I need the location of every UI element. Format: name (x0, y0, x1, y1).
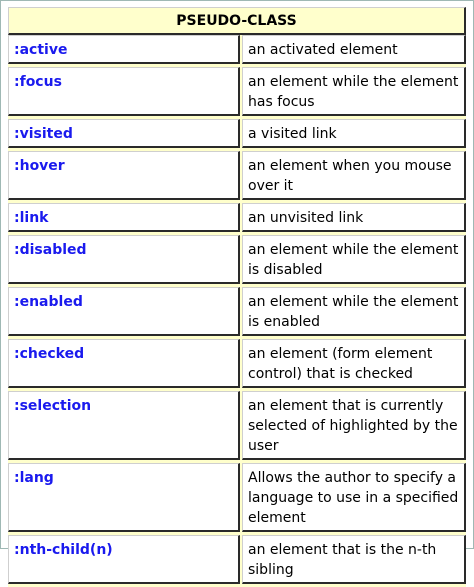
table-row: :nth-child(n) an element that is the n-th… (8, 535, 466, 587)
pseudo-class-description: an unvisited link (248, 210, 364, 226)
selector-cell: :disabled (8, 235, 242, 287)
table-row: :active an activated element (8, 35, 466, 67)
pseudo-class-description: an element while the element has focus (248, 74, 459, 110)
page-frame: PSEUDO-CLASS :active an activated element… (0, 0, 474, 587)
description-cell: Allows the author to specify a language … (242, 463, 466, 535)
pseudo-class-selector: :nth-child(n) (14, 542, 113, 558)
description-cell: an element when you mouse over it (242, 151, 466, 203)
table-row: :checked an element (form element control… (8, 339, 466, 391)
table-row: :link an unvisited link (8, 203, 466, 235)
table-row: :focus an element while the element has f… (8, 67, 466, 119)
selector-cell: :checked (8, 339, 242, 391)
description-cell: a visited link (242, 119, 466, 151)
table-row: :enabled an element while the element is … (8, 287, 466, 339)
pseudo-class-description: an element when you mouse over it (248, 158, 452, 194)
pseudo-class-description: an element (form element control) that i… (248, 346, 433, 382)
pseudo-class-description: a visited link (248, 126, 337, 142)
description-cell: an element while the element has focus (242, 67, 466, 119)
selector-cell: :focus (8, 67, 242, 119)
pseudo-class-description: an activated element (248, 42, 398, 58)
pseudo-class-selector: :disabled (14, 242, 87, 258)
pseudo-class-selector: :selection (14, 398, 92, 414)
pseudo-class-selector: :lang (14, 470, 54, 486)
selector-cell: :visited (8, 119, 242, 151)
selector-cell: :link (8, 203, 242, 235)
pseudo-class-selector: :active (14, 42, 68, 58)
description-cell: an activated element (242, 35, 466, 67)
selector-cell: :hover (8, 151, 242, 203)
pseudo-class-selector: :hover (14, 158, 65, 174)
pseudo-class-table: PSEUDO-CLASS :active an activated element… (8, 7, 466, 587)
pseudo-class-description: an element that is currently selected of… (248, 398, 458, 454)
table-row: :selection an element that is currently s… (8, 391, 466, 463)
pseudo-class-selector: :focus (14, 74, 62, 90)
pseudo-class-selector: :checked (14, 346, 85, 362)
table-header-row: PSEUDO-CLASS (8, 7, 466, 35)
description-cell: an element that is currently selected of… (242, 391, 466, 463)
table-row: :hover an element when you mouse over it (8, 151, 466, 203)
description-cell: an element (form element control) that i… (242, 339, 466, 391)
pseudo-class-description: an element while the element is enabled (248, 294, 459, 330)
table-body: :active an activated element :focus an elem… (8, 35, 466, 587)
pseudo-class-selector: :link (14, 210, 49, 226)
selector-cell: :lang (8, 463, 242, 535)
table-header: PSEUDO-CLASS (8, 7, 466, 35)
selector-cell: :enabled (8, 287, 242, 339)
description-cell: an element while the element is enabled (242, 287, 466, 339)
pseudo-class-selector: :enabled (14, 294, 83, 310)
selector-cell: :nth-child(n) (8, 535, 242, 587)
description-cell: an unvisited link (242, 203, 466, 235)
pseudo-class-description: an element that is the n-th sibling (248, 542, 437, 578)
pseudo-class-description: Allows the author to specify a language … (248, 470, 459, 526)
table-row: :lang Allows the author to specify a lang… (8, 463, 466, 535)
selector-cell: :active (8, 35, 242, 67)
description-cell: an element that is the n-th sibling (242, 535, 466, 587)
description-cell: an element while the element is disabled (242, 235, 466, 287)
selector-cell: :selection (8, 391, 242, 463)
table-row: :disabled an element while the element is… (8, 235, 466, 287)
pseudo-class-description: an element while the element is disabled (248, 242, 459, 278)
table-row: :visited a visited link (8, 119, 466, 151)
pseudo-class-selector: :visited (14, 126, 73, 142)
